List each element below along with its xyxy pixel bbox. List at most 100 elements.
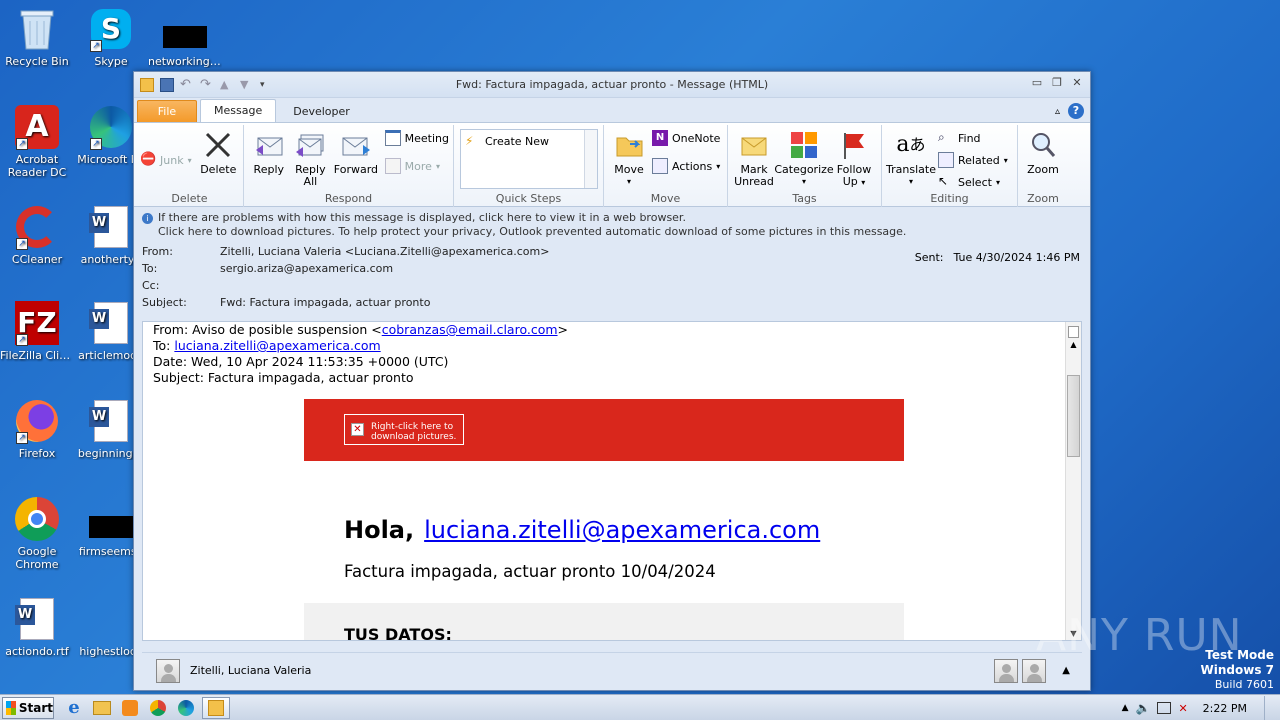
desktop-icon-actiondo[interactable]: W actiondo.rtf <box>0 596 74 658</box>
related-button[interactable]: Related ▾ <box>938 149 1008 171</box>
translate-button[interactable]: aあ Translate ▾ <box>886 129 936 193</box>
group-move: Move ▾ N OneNote Actions ▾ Move <box>604 125 728 207</box>
tray-expand-icon[interactable]: ▲ <box>1122 703 1129 713</box>
follow-up-button[interactable]: Follow Up ▾ <box>832 129 876 189</box>
create-new-label: Create New <box>485 134 550 148</box>
edge-icon: ↗ <box>88 104 134 150</box>
reply-all-button[interactable]: Reply All <box>290 129 332 188</box>
group-editing: aあ Translate ▾ ⌕ Find Related ▾ ↖ Select… <box>882 125 1018 207</box>
outlook-envelope-icon <box>140 77 154 92</box>
undo-icon[interactable]: ↶ <box>180 77 194 92</box>
binoculars-icon: ⌕ <box>938 130 945 144</box>
fwd-from-link[interactable]: cobranzas@email.claro.com <box>382 322 558 337</box>
info-line-pictures[interactable]: Click here to download pictures. To help… <box>158 225 906 239</box>
from-value[interactable]: Zitelli, Luciana Valeria <Luciana.Zitell… <box>220 245 549 258</box>
meeting-button[interactable]: Meeting <box>384 127 450 149</box>
down-arrow-icon[interactable]: ▼ <box>240 78 254 92</box>
network-icon[interactable] <box>1157 702 1172 714</box>
reply-button[interactable]: Reply <box>248 129 290 188</box>
mark-unread-button[interactable]: Mark Unread <box>732 129 776 189</box>
taskbar-ie-icon[interactable]: e <box>60 697 88 719</box>
quick-steps-gallery[interactable]: ⚡ Create New <box>460 129 598 189</box>
scroll-up-icon[interactable]: ▲ <box>1066 340 1081 349</box>
contact-avatar[interactable] <box>156 658 180 683</box>
desktop-icon-label: CCleaner <box>11 253 63 266</box>
meeting-label: Meeting <box>404 131 450 145</box>
to-value[interactable]: sergio.ariza@apexamerica.com <box>220 262 393 275</box>
tab-message[interactable]: Message <box>200 99 277 122</box>
actions-label: Actions <box>672 159 713 173</box>
flag-tray-icon[interactable]: ✕ <box>1178 702 1187 715</box>
follow-label-2: Up ▾ <box>842 175 866 188</box>
select-button[interactable]: ↖ Select ▾ <box>938 171 1008 193</box>
categorize-label: Categorize <box>774 163 834 176</box>
desktop-icon-acrobat[interactable]: A ↗ Acrobat Reader DC <box>0 104 74 179</box>
greeting-email-link[interactable]: luciana.zitelli@apexamerica.com <box>424 516 820 544</box>
quick-steps-scroll[interactable] <box>584 130 597 188</box>
forward-button[interactable]: Forward <box>331 129 381 188</box>
more-button[interactable]: More ▾ <box>384 155 449 177</box>
firefox-icon: ↗ <box>14 398 60 444</box>
smart-tag-icon[interactable] <box>1068 326 1079 338</box>
scroll-thumb[interactable] <box>1067 375 1080 457</box>
up-arrow-icon[interactable]: ▲ <box>220 78 234 92</box>
create-new-quick-step[interactable]: ⚡ Create New <box>465 133 593 149</box>
customize-qat-icon[interactable]: ▾ <box>260 78 274 92</box>
info-line-browser[interactable]: If there are problems with how this mess… <box>158 211 906 225</box>
actions-icon <box>652 158 668 174</box>
message-body[interactable]: From: Aviso de posible suspension <cobra… <box>142 321 1082 641</box>
desktop-icon-skype[interactable]: S ↗ Skype <box>74 6 148 68</box>
actions-button[interactable]: Actions ▾ <box>652 155 720 177</box>
taskbar-media-player-icon[interactable] <box>116 697 144 719</box>
tab-file[interactable]: File <box>137 100 197 122</box>
save-icon[interactable] <box>160 77 174 92</box>
sent-label: Sent: <box>914 251 944 264</box>
delete-button[interactable]: Delete <box>198 129 239 176</box>
taskbar-chrome-icon[interactable] <box>144 697 172 719</box>
minimize-icon[interactable]: ▭ <box>1030 77 1044 90</box>
desktop-icon-chrome[interactable]: Google Chrome <box>0 496 74 571</box>
desktop-icon-recycle-bin[interactable]: Recycle Bin <box>0 6 74 68</box>
lightning-icon: ⚡ <box>465 134 474 148</box>
subject-row: Subject: Fwd: Factura impagada, actuar p… <box>142 294 1082 311</box>
contact-avatar-small[interactable] <box>1022 658 1046 683</box>
contact-avatar-small[interactable] <box>994 658 1018 683</box>
redo-icon[interactable]: ↷ <box>200 77 214 92</box>
minimize-ribbon-icon[interactable]: ▵ <box>1055 106 1060 117</box>
close-icon[interactable]: ✕ <box>1070 77 1084 90</box>
group-respond: Reply Reply All Forward Meeting More ▾ R… <box>244 125 454 207</box>
show-desktop-button[interactable] <box>1264 696 1274 720</box>
group-zoom: Zoom Zoom <box>1018 125 1068 207</box>
start-button[interactable]: Start <box>2 696 54 719</box>
taskbar-outlook-icon[interactable] <box>202 696 230 719</box>
desktop-icon-networking[interactable]: networkinge... <box>148 6 222 68</box>
categorize-button[interactable]: Categorize ▾ <box>774 129 834 189</box>
restore-icon[interactable]: ❐ <box>1050 77 1064 90</box>
desktop-icon-firefox[interactable]: ↗ Firefox <box>0 398 74 460</box>
desktop-icon-filezilla[interactable]: FZ ↗ FileZilla Client <box>0 300 74 362</box>
body-scrollbar[interactable]: ▲ ▼ <box>1065 322 1081 640</box>
junk-button[interactable]: ⛔ Junk ▾ <box>140 149 192 171</box>
group-quick-steps: ⚡ Create New Quick Steps <box>454 125 604 207</box>
expand-people-pane-icon[interactable]: ▲ <box>1062 665 1070 676</box>
blocked-image-placeholder[interactable]: ✕ Right-click here to download pictures. <box>344 414 464 445</box>
onenote-label: OneNote <box>672 131 721 145</box>
zoom-button[interactable]: Zoom <box>1022 129 1064 176</box>
desktop-icon-ccleaner[interactable]: ↗ CCleaner <box>0 204 74 266</box>
info-bar[interactable]: i If there are problems with how this me… <box>142 211 1082 239</box>
onenote-button[interactable]: N OneNote <box>652 127 720 149</box>
fwd-to-link[interactable]: luciana.zitelli@apexamerica.com <box>174 338 380 353</box>
move-button[interactable]: Move ▾ <box>608 129 650 188</box>
help-icon[interactable]: ? <box>1068 103 1084 119</box>
find-button[interactable]: ⌕ Find <box>938 127 1008 149</box>
taskbar-edge-icon[interactable] <box>172 697 200 719</box>
taskbar-explorer-icon[interactable] <box>88 697 116 719</box>
select-label: Select <box>958 175 992 189</box>
clock[interactable]: 2:22 PM <box>1203 702 1247 715</box>
tab-developer[interactable]: Developer <box>279 100 364 122</box>
word-doc-icon: W <box>88 204 134 250</box>
broken-image-icon: ✕ <box>351 423 364 436</box>
volume-icon[interactable]: 🔈 <box>1136 701 1151 715</box>
forward-icon <box>340 129 372 161</box>
people-pane-name[interactable]: Zitelli, Luciana Valeria <box>190 664 311 677</box>
